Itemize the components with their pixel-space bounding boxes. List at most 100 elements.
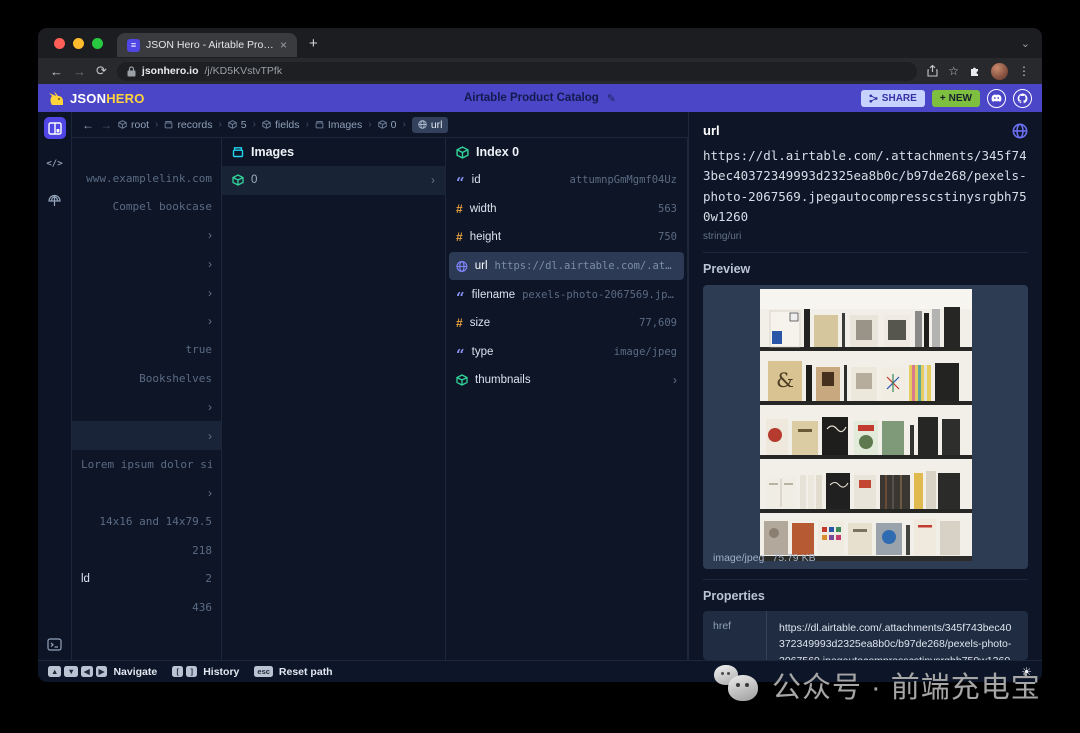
table-row-images-selected[interactable]: › xyxy=(72,421,221,450)
discord-icon[interactable] xyxy=(987,89,1006,108)
field-row-size[interactable]: # size 77,609 xyxy=(446,309,687,338)
table-row[interactable]: Compel bookcase xyxy=(72,193,221,222)
breadcrumb-sep: › xyxy=(368,119,371,130)
table-row[interactable]: › xyxy=(72,393,221,422)
chevron-right-icon: › xyxy=(673,373,677,387)
browser-address-bar: ← → ⟳ jsonhero.io/j/KD5KVstvTPfk ☆ ⋮ xyxy=(38,58,1042,84)
profile-avatar[interactable] xyxy=(991,63,1008,80)
table-row[interactable]: › xyxy=(72,479,221,508)
table-row[interactable]: 14x16 and 14x79.5 xyxy=(72,507,221,536)
zoom-window-button[interactable] xyxy=(92,38,103,49)
path-back-icon[interactable]: ← xyxy=(82,118,94,132)
breadcrumb-item-images[interactable]: Images xyxy=(315,119,362,131)
breadcrumb-sep: › xyxy=(402,119,405,130)
detail-panel: url https://dl.airtable.com/.attachments… xyxy=(688,112,1042,660)
properties-section-title: Properties xyxy=(703,589,1028,603)
path-forward-icon[interactable]: → xyxy=(100,118,112,132)
images-item-0[interactable]: 0 › xyxy=(222,166,445,195)
tab-close-icon[interactable]: × xyxy=(280,38,287,52)
browser-menu-icon[interactable]: ⋮ xyxy=(1018,64,1030,78)
bracket-right-key-icon: ] xyxy=(186,666,197,677)
preview-meta: image/jpeg 75.79 KB xyxy=(713,552,816,564)
json-view-icon[interactable]: </> xyxy=(44,153,66,175)
esc-key-icon: esc xyxy=(254,666,273,677)
reload-icon[interactable]: ⟳ xyxy=(96,63,107,79)
field-row-type[interactable]: “ type image/jpeg xyxy=(446,338,687,367)
object-cube-icon xyxy=(456,374,468,386)
new-tab-button[interactable]: + xyxy=(309,35,318,52)
table-row[interactable]: › xyxy=(72,250,221,279)
chevron-right-icon: › xyxy=(208,287,212,299)
new-button[interactable]: + NEW xyxy=(932,90,980,107)
breadcrumb-item-records[interactable]: records xyxy=(164,119,212,131)
back-icon[interactable]: ← xyxy=(50,64,63,79)
svg-text:&: & xyxy=(776,368,794,392)
string-icon: “ xyxy=(456,180,465,186)
logo-json-text: JSON xyxy=(70,91,106,106)
edit-title-icon[interactable]: ✎ xyxy=(607,92,616,105)
field-row-id[interactable]: “ id attumnpGmMgmf04Uz xyxy=(446,166,687,195)
app-main: </> ← → root xyxy=(38,112,1042,682)
jsonhero-logo[interactable]: JSONHERO xyxy=(48,90,145,106)
breadcrumb-item-root[interactable]: root xyxy=(118,119,149,131)
terminal-icon[interactable] xyxy=(44,633,66,655)
url-omnibox[interactable]: jsonhero.io/j/KD5KVstvTPfk xyxy=(117,62,917,81)
breadcrumb-item-url[interactable]: url xyxy=(412,117,449,133)
browser-toolbar-icons: ☆ ⋮ xyxy=(927,63,1030,80)
column-view-icon[interactable] xyxy=(44,117,66,139)
property-value-link[interactable]: https://dl.airtable.com/.attachments/345… xyxy=(767,611,1028,660)
chevron-right-icon: › xyxy=(431,173,435,187)
table-row[interactable]: ld2 xyxy=(72,564,221,593)
breadcrumb-item-0[interactable]: 0 xyxy=(378,119,397,131)
document-title: Airtable Product Catalog xyxy=(464,92,599,104)
table-row[interactable]: › xyxy=(72,221,221,250)
images-column: Images 0 › xyxy=(222,138,446,660)
lock-icon xyxy=(127,66,136,77)
reset-path-label: Reset path xyxy=(279,666,333,678)
share-nodes-icon xyxy=(869,94,878,103)
table-row[interactable]: Lorem ipsum dolor sit am… xyxy=(72,450,221,479)
table-row[interactable]: true xyxy=(72,336,221,365)
arrow-left-key-icon: ◀ xyxy=(81,666,93,677)
table-row[interactable]: 218 xyxy=(72,536,221,565)
browser-tab[interactable]: ≡ JSON Hero - Airtable Product C × xyxy=(117,33,297,57)
chevron-right-icon: › xyxy=(208,401,212,413)
forward-icon[interactable]: → xyxy=(73,64,86,79)
github-icon[interactable] xyxy=(1013,89,1032,108)
jsonhero-header: Airtable Product Catalog ✎ JSONHERO SHAR… xyxy=(38,84,1042,112)
bracket-left-key-icon: [ xyxy=(172,666,183,677)
share-page-icon[interactable] xyxy=(927,65,938,77)
field-row-url-selected[interactable]: url https://dl.airtable.com/.attach… xyxy=(449,252,684,281)
string-icon: “ xyxy=(456,295,465,301)
detail-type-label: string/uri xyxy=(703,231,1028,242)
preview-size: 75.79 KB xyxy=(772,552,815,564)
logo-hero-text: HERO xyxy=(106,91,144,106)
breadcrumb-item-5[interactable]: 5 xyxy=(228,119,247,131)
string-icon: “ xyxy=(456,352,465,358)
browser-window: ≡ JSON Hero - Airtable Product C × + ⌄ ←… xyxy=(38,28,1042,682)
field-row-filename[interactable]: “ filename pexels-photo-2067569.jpeg?… xyxy=(446,280,687,309)
plus-icon: + xyxy=(940,93,946,104)
table-row[interactable]: › xyxy=(72,307,221,336)
close-window-button[interactable] xyxy=(54,38,65,49)
index0-column-header: Index 0 xyxy=(446,138,687,166)
table-row[interactable]: www.examplelink.com xyxy=(72,164,221,193)
fields-column: www.examplelink.com Compel bookcase › › … xyxy=(72,138,222,660)
bookmark-star-icon[interactable]: ☆ xyxy=(948,64,959,78)
table-row[interactable]: 436 xyxy=(72,593,221,622)
breadcrumb-item-fields[interactable]: fields xyxy=(262,119,300,131)
table-row[interactable]: › xyxy=(72,278,221,307)
unicorn-logo-icon xyxy=(48,90,66,106)
minimize-window-button[interactable] xyxy=(73,38,84,49)
tab-search-icon[interactable]: ⌄ xyxy=(1021,37,1030,50)
preview-image[interactable]: & xyxy=(760,289,972,561)
field-row-height[interactable]: # height 750 xyxy=(446,223,687,252)
properties-table: href https://dl.airtable.com/.attachment… xyxy=(703,611,1028,660)
share-button[interactable]: SHARE xyxy=(861,90,925,107)
tree-view-icon[interactable] xyxy=(44,189,66,211)
column-view: www.examplelink.com Compel bookcase › › … xyxy=(72,138,688,660)
table-row[interactable]: Bookshelves xyxy=(72,364,221,393)
field-row-thumbnails[interactable]: thumbnails › xyxy=(446,366,687,395)
extensions-puzzle-icon[interactable] xyxy=(969,65,981,77)
field-row-width[interactable]: # width 563 xyxy=(446,195,687,224)
